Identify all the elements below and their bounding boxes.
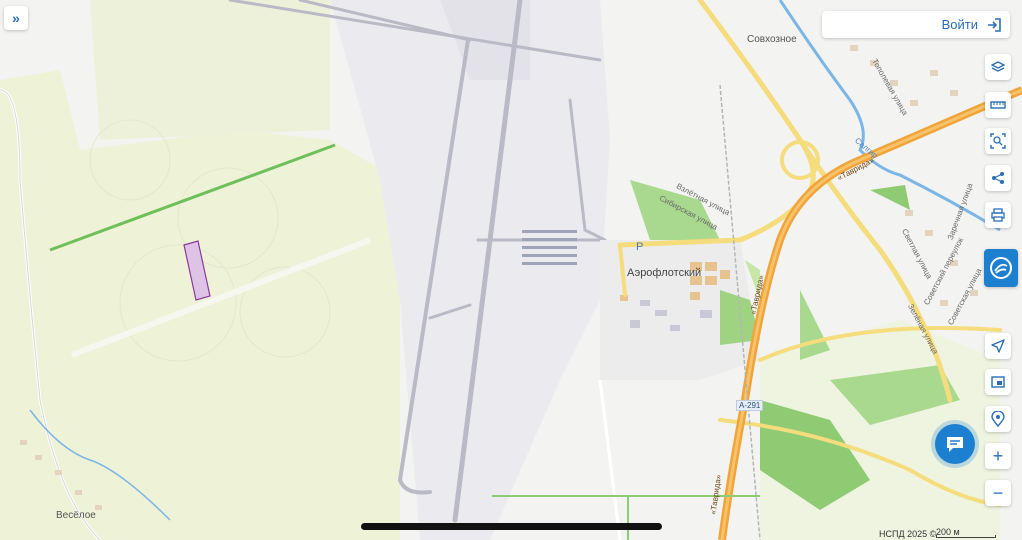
double-chevron-right-icon: » bbox=[12, 10, 20, 26]
expand-panel-button[interactable]: » bbox=[4, 6, 28, 30]
zoom-out-button[interactable]: − bbox=[985, 480, 1011, 506]
printer-icon bbox=[991, 208, 1005, 222]
chat-button[interactable] bbox=[935, 424, 975, 464]
minimap-icon bbox=[991, 376, 1005, 388]
ruler-icon bbox=[990, 101, 1006, 109]
login-button[interactable]: Войти bbox=[822, 11, 1010, 38]
share-button[interactable] bbox=[985, 165, 1011, 191]
minus-icon: − bbox=[992, 483, 1004, 503]
zoom-in-button[interactable]: + bbox=[985, 443, 1011, 469]
scale-bar bbox=[936, 535, 996, 538]
my-location-button[interactable] bbox=[985, 333, 1011, 359]
login-arrow-icon bbox=[988, 17, 1001, 32]
chat-bubble-icon bbox=[947, 437, 963, 452]
layers-icon bbox=[991, 61, 1005, 72]
service-logo-icon bbox=[990, 257, 1012, 279]
map-canvas[interactable] bbox=[0, 0, 1022, 540]
geo-search-button[interactable] bbox=[985, 406, 1011, 432]
layers-button[interactable] bbox=[985, 54, 1011, 80]
area-select-icon bbox=[990, 133, 1006, 149]
ruler-button[interactable] bbox=[985, 92, 1011, 118]
plus-icon: + bbox=[992, 446, 1004, 466]
service-button[interactable] bbox=[984, 249, 1018, 287]
geo-pin-icon bbox=[991, 411, 1005, 427]
login-label: Войти bbox=[941, 17, 978, 32]
home-indicator bbox=[361, 523, 662, 530]
area-select-button[interactable] bbox=[985, 128, 1011, 154]
field-area-north bbox=[90, 0, 330, 140]
print-button[interactable] bbox=[985, 202, 1011, 228]
attribution: НСПД 2025 © bbox=[879, 529, 937, 539]
share-icon bbox=[992, 172, 1004, 184]
minimap-button[interactable] bbox=[985, 369, 1011, 395]
navigation-arrow-icon bbox=[991, 339, 1005, 353]
